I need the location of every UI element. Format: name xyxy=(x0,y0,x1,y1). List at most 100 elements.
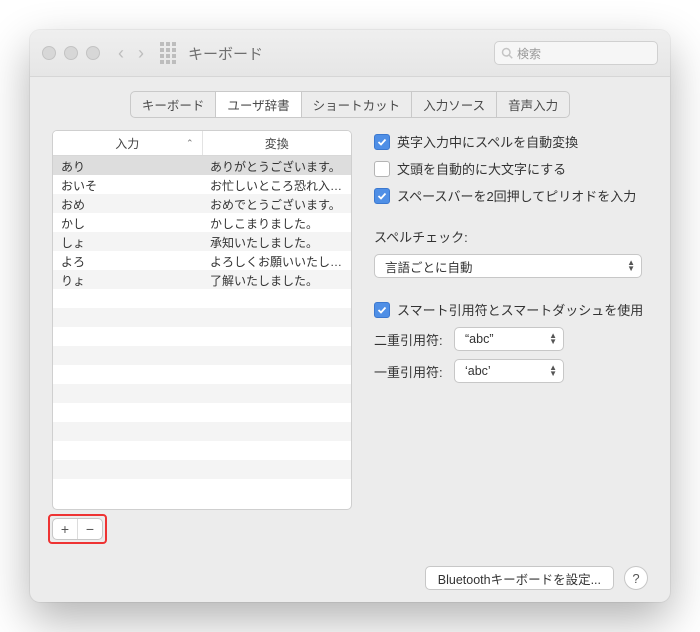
select-value: ‘abc’ xyxy=(465,364,491,378)
column-output-label: 変換 xyxy=(265,135,289,152)
cell-input xyxy=(53,403,202,422)
back-button[interactable]: ‹ xyxy=(118,44,124,62)
cell-output xyxy=(202,422,351,441)
cell-output xyxy=(202,403,351,422)
option-auto-capitalize[interactable]: 文頭を自動的に大文字にする xyxy=(374,159,648,178)
cell-output xyxy=(202,384,351,403)
option-smart-quotes[interactable]: スマート引用符とスマートダッシュを使用 xyxy=(374,300,648,319)
table-row xyxy=(53,384,351,403)
select-value: 言語ごとに自動 xyxy=(385,257,473,276)
option-label: 文頭を自動的に大文字にする xyxy=(397,159,566,178)
cell-input: おめ xyxy=(53,194,202,213)
cell-output xyxy=(202,365,351,384)
table-header: 入力 ⌃ 変換 xyxy=(53,131,351,156)
cell-output xyxy=(202,327,351,346)
cell-output xyxy=(202,289,351,308)
dictionary-pane: 入力 ⌃ 変換 ありありがとうございます。おいそお忙しいところ恐れ入り…おめおめ… xyxy=(52,130,352,540)
zoom-window-button[interactable] xyxy=(86,46,100,60)
dictionary-table[interactable]: 入力 ⌃ 変換 ありありがとうございます。おいそお忙しいところ恐れ入り…おめおめ… xyxy=(52,130,352,510)
show-all-icon[interactable] xyxy=(160,42,176,64)
cell-input xyxy=(53,384,202,403)
tabs: キーボード ユーザ辞書 ショートカット 入力ソース 音声入力 xyxy=(130,91,570,118)
table-row[interactable]: ありありがとうございます。 xyxy=(53,156,351,175)
preferences-window: ‹ › キーボード 検索 キーボード ユーザ辞書 ショートカット 入力ソース 音… xyxy=(30,30,670,602)
cell-input: しょ xyxy=(53,232,202,251)
bluetooth-keyboard-button[interactable]: Bluetoothキーボードを設定... xyxy=(425,566,614,590)
single-quote-label: 一重引用符: xyxy=(374,362,444,381)
stepper-arrows-icon: ▲▼ xyxy=(549,365,557,377)
table-row[interactable]: おいそお忙しいところ恐れ入り… xyxy=(53,175,351,194)
cell-input: おいそ xyxy=(53,175,202,194)
cell-input xyxy=(53,327,202,346)
table-row[interactable]: おめおめでとうございます。 xyxy=(53,194,351,213)
cell-input: あり xyxy=(53,156,202,175)
cell-output xyxy=(202,308,351,327)
cell-output: お忙しいところ恐れ入り… xyxy=(202,175,351,194)
single-quote-select[interactable]: ‘abc’ ▲▼ xyxy=(454,359,564,383)
option-label: スペースバーを2回押してピリオドを入力 xyxy=(397,186,636,205)
cell-input xyxy=(53,422,202,441)
search-icon xyxy=(501,47,513,59)
titlebar: ‹ › キーボード 検索 xyxy=(30,30,670,77)
table-row[interactable]: りょ了解いたしました。 xyxy=(53,270,351,289)
single-quote-row: 一重引用符: ‘abc’ ▲▼ xyxy=(374,359,648,383)
table-row xyxy=(53,403,351,422)
add-button-highlight: + − xyxy=(52,518,103,540)
double-quote-label: 二重引用符: xyxy=(374,330,444,349)
cell-output: ありがとうございます。 xyxy=(202,156,351,175)
column-input[interactable]: 入力 ⌃ xyxy=(53,131,203,155)
cell-output: 承知いたしました。 xyxy=(202,232,351,251)
close-window-button[interactable] xyxy=(42,46,56,60)
table-row xyxy=(53,346,351,365)
cell-output: 了解いたしました。 xyxy=(202,270,351,289)
tab-keyboard[interactable]: キーボード xyxy=(131,92,217,117)
cell-output xyxy=(202,346,351,365)
cell-input xyxy=(53,365,202,384)
table-row[interactable]: しょ承知いたしました。 xyxy=(53,232,351,251)
stepper-arrows-icon: ▲▼ xyxy=(549,333,557,345)
option-double-space-period[interactable]: スペースバーを2回押してピリオドを入力 xyxy=(374,186,648,205)
spellcheck-label: スペルチェック: xyxy=(374,227,648,246)
table-row xyxy=(53,327,351,346)
tab-shortcuts[interactable]: ショートカット xyxy=(302,92,413,117)
table-row[interactable]: かしかしこまりました。 xyxy=(53,213,351,232)
footer: Bluetoothキーボードを設定... ? xyxy=(30,554,670,602)
help-button[interactable]: ? xyxy=(624,566,648,590)
checkbox-icon xyxy=(374,188,390,204)
content: 入力 ⌃ 変換 ありありがとうございます。おいそお忙しいところ恐れ入り…おめおめ… xyxy=(30,130,670,554)
spellcheck-select[interactable]: 言語ごとに自動 ▲▼ xyxy=(374,254,642,278)
search-placeholder: 検索 xyxy=(517,45,541,62)
checkbox-icon xyxy=(374,134,390,150)
options-pane: 英字入力中にスペルを自動変換 文頭を自動的に大文字にする スペースバーを2回押し… xyxy=(374,130,648,540)
double-quote-select[interactable]: “abc” ▲▼ xyxy=(454,327,564,351)
tab-input-sources[interactable]: 入力ソース xyxy=(412,92,497,117)
option-auto-correct-en[interactable]: 英字入力中にスペルを自動変換 xyxy=(374,132,648,151)
option-label: スマート引用符とスマートダッシュを使用 xyxy=(397,300,643,319)
column-output[interactable]: 変換 xyxy=(203,131,352,155)
nav-buttons: ‹ › xyxy=(118,44,144,62)
cell-input xyxy=(53,346,202,365)
forward-button[interactable]: › xyxy=(138,44,144,62)
table-row xyxy=(53,441,351,460)
checkbox-icon xyxy=(374,161,390,177)
table-row[interactable]: よろよろしくお願いいたしま… xyxy=(53,251,351,270)
checkbox-icon xyxy=(374,302,390,318)
table-row xyxy=(53,365,351,384)
cell-output: よろしくお願いいたしま… xyxy=(202,251,351,270)
tab-dictation[interactable]: 音声入力 xyxy=(497,92,569,117)
add-remove-controls: + − xyxy=(52,518,352,540)
minimize-window-button[interactable] xyxy=(64,46,78,60)
cell-output xyxy=(202,460,351,479)
select-value: “abc” xyxy=(465,332,493,346)
add-row-button[interactable]: + xyxy=(53,519,78,539)
column-input-label: 入力 xyxy=(115,135,139,152)
cell-output: おめでとうございます。 xyxy=(202,194,351,213)
window-title: キーボード xyxy=(188,43,263,64)
tab-user-dictionary[interactable]: ユーザ辞書 xyxy=(216,92,301,117)
cell-input: りょ xyxy=(53,270,202,289)
cell-input xyxy=(53,441,202,460)
double-quote-row: 二重引用符: “abc” ▲▼ xyxy=(374,327,648,351)
option-label: 英字入力中にスペルを自動変換 xyxy=(397,132,578,151)
remove-row-button[interactable]: − xyxy=(78,519,102,539)
search-input[interactable]: 検索 xyxy=(494,41,658,65)
